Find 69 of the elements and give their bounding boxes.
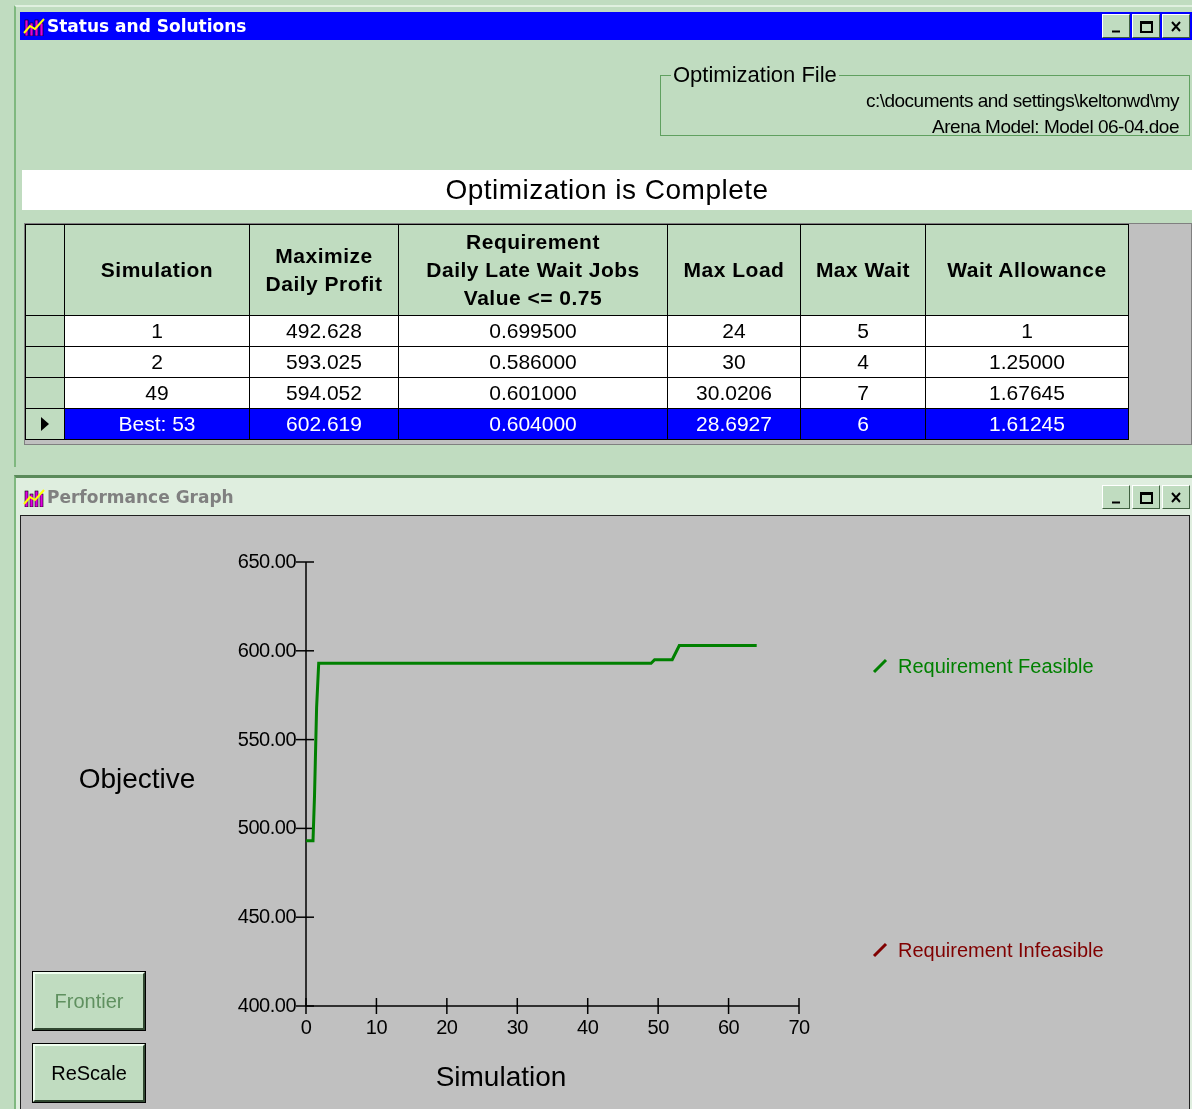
table-cell: 2 [64, 346, 250, 378]
group-label: Optimization File [672, 62, 838, 88]
table-cell: 30.0206 [667, 377, 801, 409]
column-header: Maximize Daily Profit [249, 224, 399, 316]
tick-label: 30 [506, 1016, 528, 1038]
table-cell: 602.619 [249, 408, 399, 440]
tick-label: 60 [717, 1016, 740, 1038]
file-path: c:\documents and settings\keltonwd\my [864, 89, 1179, 113]
table-cell: 30 [667, 346, 801, 378]
maximize-button[interactable] [1132, 14, 1160, 38]
file-path: Arena Model: Model 06-04.doe [931, 115, 1179, 139]
table-cell: 0.699500 [398, 315, 668, 347]
tick-label: 500.00 [237, 816, 296, 839]
tick-label: 10 [365, 1016, 388, 1038]
row-header[interactable] [25, 346, 65, 378]
minimize-icon [1112, 500, 1120, 504]
table-cell: 49 [64, 377, 250, 409]
tick-label: 40 [577, 1016, 599, 1038]
legend-label: Requirement Feasible [898, 655, 1094, 677]
column-header: Simulation [64, 224, 250, 316]
minimize-button[interactable] [1102, 14, 1130, 38]
table-cell: Best: 53 [64, 408, 250, 440]
tick-label: 20 [436, 1016, 458, 1038]
graph-button[interactable]: ReScale [33, 1044, 145, 1102]
tick-label: 50 [647, 1016, 669, 1038]
table-cell: 4 [800, 346, 926, 378]
tick-label: 600.00 [237, 638, 296, 661]
table-cell: 7 [800, 377, 926, 409]
tick-label: 550.00 [237, 727, 296, 750]
status-banner: Optimization is Complete [22, 170, 1192, 210]
table-cell: 6 [800, 408, 926, 440]
table-cell: 593.025 [249, 346, 399, 378]
current-row-icon [40, 417, 50, 431]
close-button[interactable] [1162, 14, 1190, 38]
axis-title: Simulation [435, 1061, 567, 1092]
table-cell: 594.052 [249, 377, 399, 409]
table-cell: 1.67645 [925, 377, 1129, 409]
tick-label: 400.00 [237, 994, 296, 1016]
axis-title: Objective [78, 763, 196, 794]
table-cell: 1.25000 [925, 346, 1129, 378]
table-cell: 0.601000 [398, 377, 668, 409]
column-header: Wait Allowance [925, 224, 1129, 316]
column-header: Requirement Daily Late Wait Jobs Value <= 0.75 [398, 224, 668, 316]
legend-label: Requirement Infeasible [898, 939, 1104, 961]
row-header[interactable] [25, 377, 65, 409]
table-cell: 1 [64, 315, 250, 347]
tick-label: 650.00 [237, 550, 296, 572]
table-cell: 492.628 [249, 315, 399, 347]
table-cell: 0.586000 [398, 346, 668, 378]
window-title: Status and Solutions [47, 16, 248, 36]
column-header: Max Load [667, 224, 801, 316]
tick-label: 450.00 [237, 905, 296, 928]
table-cell: 24 [667, 315, 801, 347]
table-cell: 0.604000 [398, 408, 668, 440]
window-title: Performance Graph [47, 487, 235, 507]
chart-icon [23, 487, 45, 507]
column-header: Max Wait [800, 224, 926, 316]
tick-label: 0 [300, 1016, 312, 1038]
table-cell: 1.61245 [925, 408, 1129, 440]
minimize-icon [1112, 29, 1120, 33]
row-header[interactable] [25, 315, 65, 347]
table-cell: 5 [800, 315, 926, 347]
chart-icon [23, 16, 45, 36]
maximize-icon [1137, 489, 1155, 505]
table-cell: 1 [925, 315, 1129, 347]
maximize-icon [1137, 18, 1155, 34]
tick-label: 70 [788, 1016, 810, 1038]
table-cell: 28.6927 [667, 408, 801, 440]
row-header[interactable] [25, 408, 65, 440]
